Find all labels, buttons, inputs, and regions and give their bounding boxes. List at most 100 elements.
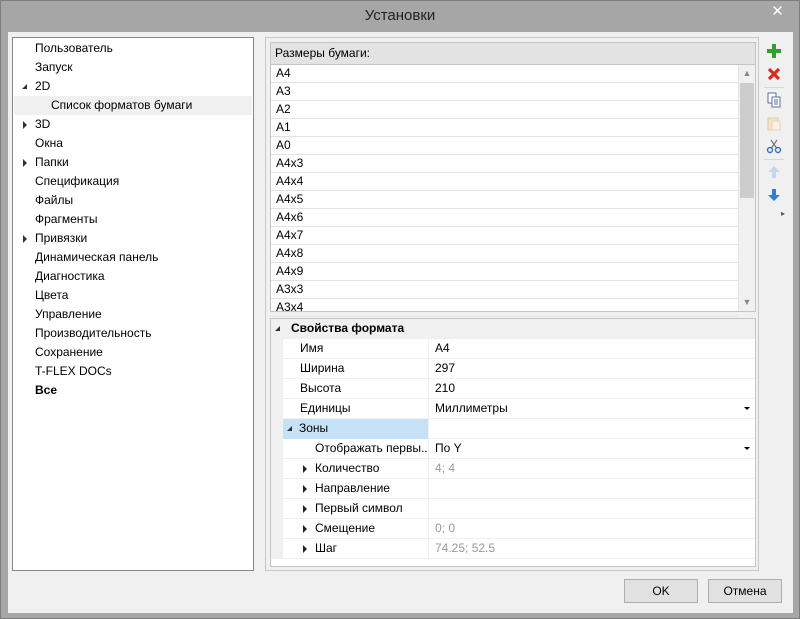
tree-item[interactable]: Окна [14, 134, 252, 153]
paper-formats-panel: Размеры бумаги: ▲ ▼ A4 A3 A2 A1 A0 A4x3 A4x4 A4… [265, 37, 759, 571]
tree-item-label: Динамическая панель [35, 250, 159, 264]
collapsed-arrow-icon[interactable] [23, 121, 27, 129]
dropdown-arrow-icon[interactable] [744, 447, 750, 450]
list-item[interactable]: A4x8 [271, 245, 738, 263]
scroll-down-icon[interactable]: ▼ [739, 294, 755, 311]
collapsed-arrow-icon[interactable] [303, 505, 307, 513]
delete-icon [767, 67, 781, 81]
property-value: 4; 4 [435, 461, 456, 475]
tree-item-label: 2D [35, 79, 51, 93]
dropdown-arrow-icon[interactable] [744, 407, 750, 410]
move-down-icon [768, 189, 780, 201]
list-item[interactable]: A0 [271, 137, 738, 155]
title-bar: Установки ✕ [1, 1, 799, 32]
property-row[interactable]: Отображать первы... По Y [271, 439, 755, 459]
property-value: 297 [435, 361, 456, 375]
tree-item[interactable]: Цвета [14, 286, 252, 305]
tree-item[interactable]: Привязки [14, 229, 252, 248]
tree-item[interactable]: Пользователь [14, 39, 252, 58]
tree-item[interactable]: Папки [14, 153, 252, 172]
tree-item[interactable]: Фрагменты [14, 210, 252, 229]
collapsed-arrow-icon[interactable] [303, 525, 307, 533]
list-item[interactable]: A4x3 [271, 155, 738, 173]
property-row[interactable]: Зоны [271, 419, 755, 439]
copy-button[interactable] [764, 90, 784, 110]
paste-button [764, 113, 784, 133]
collapsed-arrow-icon[interactable] [303, 485, 307, 493]
tree-item-label: Папки [35, 155, 69, 169]
collapsed-arrow-icon[interactable] [303, 545, 307, 553]
list-item[interactable]: A2 [271, 101, 738, 119]
tree-item[interactable]: Диагностика [14, 267, 252, 286]
cancel-button[interactable]: Отмена [708, 579, 782, 603]
property-category[interactable]: Свойства формата [271, 319, 755, 339]
close-button[interactable]: ✕ [762, 2, 793, 22]
tree-item[interactable]: 3D [14, 115, 252, 134]
tree-item[interactable]: Файлы [14, 191, 252, 210]
tree-item[interactable]: Динамическая панель [14, 248, 252, 267]
expanded-arrow-icon[interactable] [275, 326, 280, 331]
property-row[interactable]: Первый символ [271, 499, 755, 519]
tree-item[interactable]: Запуск [14, 58, 252, 77]
list-item[interactable]: A4 [271, 65, 738, 83]
list-item[interactable]: A4x4 [271, 173, 738, 191]
tree-item-label: Пользователь [35, 41, 113, 55]
tree-item[interactable]: Все [14, 381, 252, 400]
scroll-up-icon[interactable]: ▲ [739, 65, 755, 82]
property-name: Первый символ [315, 501, 403, 515]
expanded-arrow-icon[interactable] [22, 84, 27, 89]
list-item[interactable]: A3x4 [271, 299, 738, 317]
collapsed-arrow-icon[interactable] [303, 465, 307, 473]
toolbar-overflow-icon[interactable]: ▸ [781, 209, 785, 218]
property-row[interactable]: Единицы Миллиметры [271, 399, 755, 419]
tree-item[interactable]: T-FLEX DOCs [14, 362, 252, 381]
property-value: 210 [435, 381, 456, 395]
close-icon: ✕ [771, 3, 784, 20]
list-item[interactable]: A4x5 [271, 191, 738, 209]
tree-item-label: Список форматов бумаги [51, 98, 193, 112]
expanded-arrow-icon[interactable] [287, 426, 292, 431]
property-row[interactable]: Количество 4; 4 [271, 459, 755, 479]
move-down-button[interactable] [764, 185, 784, 205]
paper-size-list[interactable]: ▲ ▼ A4 A3 A2 A1 A0 A4x3 A4x4 A4x5 A4x6 A4x7 A4x8 A4… [270, 64, 756, 317]
collapsed-arrow-icon[interactable] [23, 159, 27, 167]
tree-item-label: Управление [35, 307, 102, 321]
tree-item-label: Окна [35, 136, 63, 150]
list-item[interactable]: A4x9 [271, 263, 738, 281]
ok-button[interactable]: OK [624, 579, 698, 603]
tree-item[interactable]: Производительность [14, 324, 252, 343]
dialog-client: Пользователь Запуск 2D Список форматов бума… [8, 32, 793, 613]
property-row[interactable]: Направление [271, 479, 755, 499]
property-row[interactable]: Имя A4 [271, 339, 755, 359]
property-name: Смещение [315, 521, 376, 535]
collapsed-arrow-icon[interactable] [23, 235, 27, 243]
property-row[interactable]: Смещение 0; 0 [271, 519, 755, 539]
add-button[interactable] [764, 41, 784, 61]
tree-item[interactable]: 2D [14, 77, 252, 96]
list-item[interactable]: A4x6 [271, 209, 738, 227]
tree-item[interactable]: Спецификация [14, 172, 252, 191]
scroll-thumb[interactable] [740, 83, 754, 198]
tree-item[interactable]: Управление [14, 305, 252, 324]
list-item[interactable]: A3 [271, 83, 738, 101]
cut-button[interactable] [764, 136, 784, 156]
tree-item-label: T-FLEX DOCs [35, 364, 112, 378]
property-row[interactable]: Шаг 74.25; 52.5 [271, 539, 755, 559]
settings-tree: Пользователь Запуск 2D Список форматов бума… [12, 37, 254, 571]
property-row[interactable]: Ширина 297 [271, 359, 755, 379]
tree-item-label: Файлы [35, 193, 74, 207]
property-row[interactable]: Высота 210 [271, 379, 755, 399]
paper-list-scrollbar[interactable]: ▲ ▼ [738, 65, 755, 311]
list-item[interactable]: A3x3 [271, 281, 738, 299]
property-name: Зоны [299, 421, 329, 435]
tree-item[interactable]: Сохранение [14, 343, 252, 362]
tree-item[interactable]: Список форматов бумаги [14, 96, 252, 115]
tree-item-label: Запуск [35, 60, 73, 74]
settings-window: Установки ✕ Пользователь Запуск 2D Список ф… [0, 0, 800, 619]
list-item[interactable]: A4x7 [271, 227, 738, 245]
paste-icon [767, 117, 781, 131]
delete-button[interactable] [764, 64, 784, 84]
list-item[interactable]: A1 [271, 119, 738, 137]
tree-item-label: Спецификация [35, 174, 120, 188]
window-title: Установки [364, 7, 436, 24]
